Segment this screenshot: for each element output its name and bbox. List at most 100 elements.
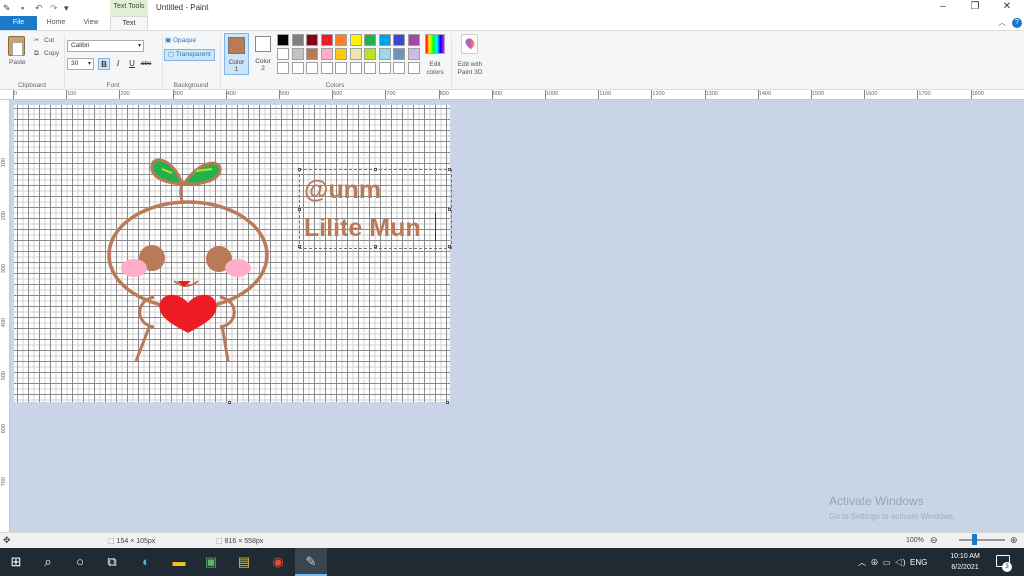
resize-handle[interactable] bbox=[448, 168, 451, 171]
font-family-value: Calibri bbox=[71, 42, 90, 49]
palette-color[interactable] bbox=[378, 34, 391, 46]
palette-color[interactable] bbox=[407, 34, 420, 46]
help-icon[interactable]: ? bbox=[1012, 18, 1022, 28]
paint3d-icon[interactable] bbox=[461, 34, 478, 54]
zoom-slider-thumb[interactable] bbox=[972, 534, 977, 545]
clock[interactable]: 10:10 AM 6/2/2021 bbox=[945, 551, 985, 573]
network-icon[interactable]: ⊕ bbox=[870, 558, 878, 567]
palette-color[interactable] bbox=[277, 34, 289, 46]
palette-color[interactable] bbox=[349, 48, 362, 60]
palette-color[interactable] bbox=[335, 34, 347, 46]
redo-icon[interactable]: ↷ bbox=[50, 3, 58, 13]
ruler-tick-label: 700 bbox=[386, 91, 396, 97]
palette-custom-slot[interactable] bbox=[335, 62, 347, 74]
palette-custom-slot[interactable] bbox=[378, 62, 391, 74]
palette-color[interactable] bbox=[291, 48, 304, 60]
volume-icon[interactable]: ◁) bbox=[895, 558, 906, 567]
palette-color[interactable] bbox=[364, 34, 376, 46]
palette-color[interactable] bbox=[320, 48, 333, 60]
separator bbox=[162, 34, 163, 88]
color1-button[interactable]: Color 1 bbox=[224, 33, 249, 75]
resize-handle[interactable] bbox=[448, 245, 451, 248]
sway-icon[interactable]: ▣ bbox=[196, 548, 226, 576]
chevron-up-icon[interactable]: ︿ bbox=[858, 558, 866, 567]
tab-home[interactable]: Home bbox=[38, 16, 74, 30]
palette-color[interactable] bbox=[306, 48, 318, 60]
palette-custom-slot[interactable] bbox=[320, 62, 333, 74]
maximize-button[interactable]: ❐ bbox=[968, 1, 982, 12]
palette-custom-slot[interactable] bbox=[364, 62, 376, 74]
font-family-select[interactable]: Calibri ▾ bbox=[67, 40, 144, 52]
color2-button[interactable]: Color 2 bbox=[252, 33, 274, 75]
tab-text[interactable]: Text bbox=[110, 16, 148, 30]
file-explorer-icon[interactable]: ▬ bbox=[164, 548, 194, 576]
search-icon[interactable]: ⌕ bbox=[33, 548, 63, 576]
zoom-slider[interactable] bbox=[959, 539, 1005, 541]
drawing-canvas[interactable]: @unm Lilite Mun bbox=[14, 105, 452, 402]
chrome-icon[interactable]: ◉ bbox=[263, 548, 293, 576]
task-view-icon[interactable]: ⧉ bbox=[97, 548, 127, 576]
edge-icon[interactable]: ◐ bbox=[131, 548, 161, 576]
resize-handle[interactable] bbox=[298, 168, 301, 171]
palette-color[interactable] bbox=[291, 34, 304, 46]
font-size-select[interactable]: 30 ▾ bbox=[67, 58, 94, 70]
palette-color[interactable] bbox=[349, 34, 362, 46]
palette-custom-slot[interactable] bbox=[407, 62, 420, 74]
title-bar: ✎ ▪ ↶ ↷ ▾ Text Tools Untitled - Paint – … bbox=[0, 0, 1024, 16]
paste-icon[interactable] bbox=[8, 36, 25, 56]
canvas-resize-handle[interactable] bbox=[228, 401, 231, 404]
palette-custom-slot[interactable] bbox=[393, 62, 405, 74]
close-button[interactable]: ✕ bbox=[1000, 1, 1014, 12]
resize-handle[interactable] bbox=[298, 208, 301, 211]
save-icon[interactable]: ▪ bbox=[21, 3, 24, 13]
opaque-icon: ▣ bbox=[165, 37, 172, 44]
battery-icon[interactable]: ▭ bbox=[883, 558, 891, 567]
palette-color[interactable] bbox=[407, 48, 420, 60]
edit-with-paint3d-button[interactable]: Edit with Paint 3D bbox=[454, 61, 486, 77]
minimize-button[interactable]: – bbox=[936, 1, 950, 12]
rainbow-icon[interactable] bbox=[425, 34, 445, 54]
ruler-tick bbox=[385, 90, 387, 99]
palette-color[interactable] bbox=[335, 48, 347, 60]
canvas-resize-handle[interactable] bbox=[446, 401, 449, 404]
underline-button[interactable]: U bbox=[126, 58, 138, 70]
strikethrough-button[interactable]: abc bbox=[140, 58, 152, 70]
zoom-out-icon[interactable]: ⊖ bbox=[930, 535, 938, 546]
language-indicator[interactable]: ENG bbox=[910, 558, 927, 567]
resize-handle[interactable] bbox=[374, 168, 377, 171]
italic-button[interactable]: I bbox=[112, 58, 124, 70]
edit-colors-button[interactable]: Edit colors bbox=[423, 61, 447, 77]
transparent-option[interactable]: ▢ Transparent bbox=[164, 49, 215, 61]
dropdown-icon[interactable]: ▾ bbox=[64, 3, 69, 13]
palette-color[interactable] bbox=[277, 48, 289, 60]
zoom-in-icon[interactable]: ⊕ bbox=[1010, 535, 1018, 546]
undo-icon[interactable]: ↶ bbox=[35, 3, 43, 13]
collapse-ribbon-icon[interactable]: ︿ bbox=[998, 17, 1006, 28]
cut-button[interactable]: Cut bbox=[44, 37, 54, 45]
palette-color[interactable] bbox=[393, 34, 405, 46]
opaque-option[interactable]: ▣ Opaque bbox=[165, 36, 196, 46]
palette-color[interactable] bbox=[306, 34, 318, 46]
palette-color[interactable] bbox=[393, 48, 405, 60]
tab-file[interactable]: File bbox=[0, 16, 37, 30]
store-icon[interactable]: ▤ bbox=[229, 548, 259, 576]
copy-button[interactable]: Copy bbox=[44, 50, 59, 58]
palette-custom-slot[interactable] bbox=[291, 62, 304, 74]
cortana-icon[interactable]: ○ bbox=[65, 548, 95, 576]
tab-view[interactable]: View bbox=[74, 16, 108, 30]
windows-start-icon[interactable]: ⊞ bbox=[1, 548, 31, 576]
palette-color[interactable] bbox=[378, 48, 391, 60]
palette-custom-slot[interactable] bbox=[306, 62, 318, 74]
text-box[interactable]: @unm Lilite Mun bbox=[298, 168, 452, 249]
palette-custom-slot[interactable] bbox=[349, 62, 362, 74]
palette-color[interactable] bbox=[364, 48, 376, 60]
palette-custom-slot[interactable] bbox=[277, 62, 289, 74]
ruler-tick bbox=[332, 90, 334, 99]
resize-handle[interactable] bbox=[374, 245, 377, 248]
resize-handle[interactable] bbox=[448, 208, 451, 211]
bold-button[interactable]: B bbox=[98, 58, 110, 70]
paint-taskbar-icon[interactable]: ✎ bbox=[295, 548, 327, 576]
paste-button[interactable]: Paste bbox=[9, 59, 26, 67]
palette-color[interactable] bbox=[320, 34, 333, 46]
resize-handle[interactable] bbox=[298, 245, 301, 248]
